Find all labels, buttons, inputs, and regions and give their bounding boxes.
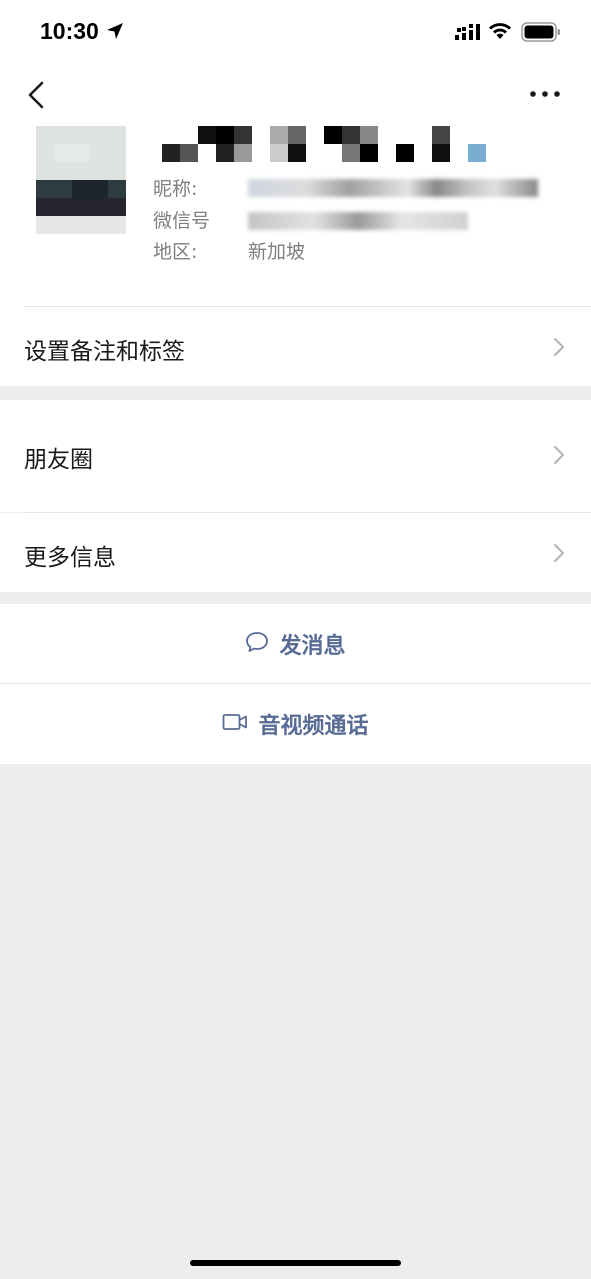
status-bar: 10:30 [0,0,591,64]
more-dots-icon [528,89,562,108]
video-camera-icon [222,713,248,735]
redacted-nickname [248,179,538,197]
more-button[interactable] [528,84,562,104]
moments-label: 朋友圈 [24,447,93,473]
wechat-id-label: 微信号 [153,210,211,232]
redacted-display-name [162,126,562,162]
chevron-right-icon [552,336,566,362]
wifi-icon [488,22,512,44]
chevron-right-icon [552,444,566,470]
divider [0,683,591,684]
send-message-label: 发消息 [279,634,346,659]
chevron-left-icon [22,81,52,116]
video-call-button[interactable]: 音视频通话 [0,684,591,764]
chevron-right-icon [552,542,566,568]
location-arrow-icon [106,22,124,44]
remark-tags-label: 设置备注和标签 [24,339,185,365]
send-message-button[interactable]: 发消息 [0,604,591,684]
redacted-wechat-id [248,212,468,230]
battery-icon [521,22,561,46]
more-info-cell[interactable]: 更多信息 [0,513,591,592]
avatar[interactable] [36,126,126,234]
nickname-label: 昵称: [153,178,198,200]
home-indicator [190,1260,401,1266]
divider [24,512,591,513]
moments-cell[interactable]: 朋友圈 [0,400,591,512]
status-time: 10:30 [40,18,99,44]
region-value: 新加坡 [248,241,306,263]
cellular-signal-icon [455,24,481,46]
region-label: 地区: [153,241,198,263]
remark-tags-cell[interactable]: 设置备注和标签 [0,307,591,386]
video-call-label: 音视频通话 [258,714,369,739]
more-info-label: 更多信息 [24,545,116,571]
chat-bubble-icon [245,631,269,657]
back-button[interactable] [22,78,52,112]
